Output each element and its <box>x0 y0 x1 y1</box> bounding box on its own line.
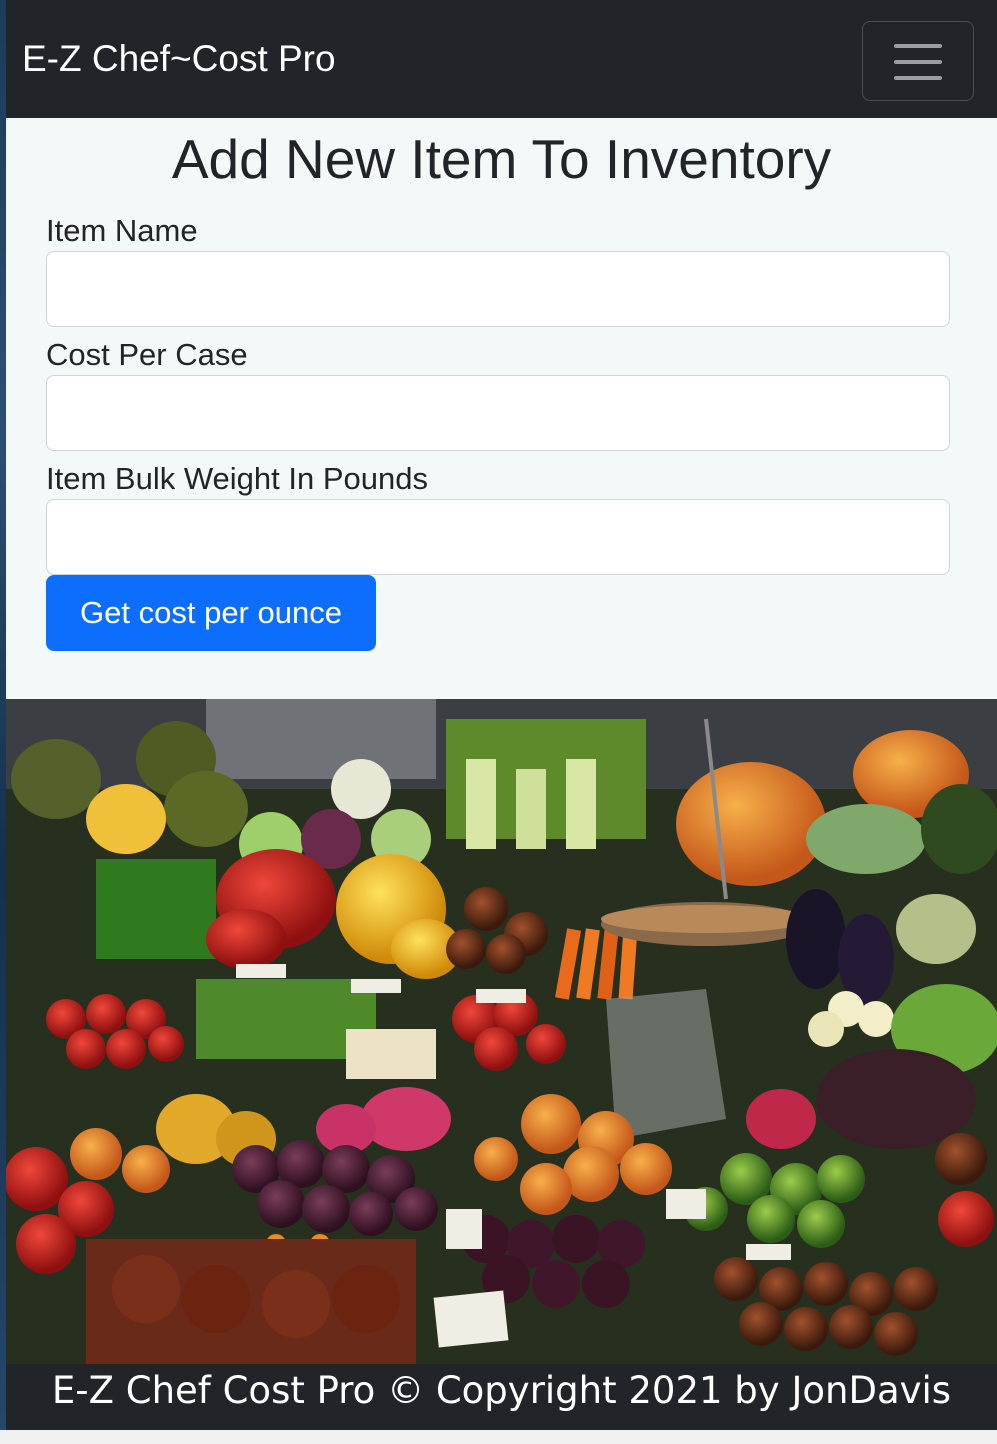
produce-market-image <box>6 699 997 1364</box>
bulk-weight-input[interactable] <box>46 499 950 575</box>
copyright-text: E-Z Chef Cost Pro © Copyright 2021 by Jo… <box>51 1369 952 1412</box>
navbar: E-Z Chef~Cost Pro <box>6 0 997 118</box>
item-name-input[interactable] <box>46 251 950 327</box>
cost-per-case-input[interactable] <box>46 375 950 451</box>
get-cost-per-ounce-button[interactable]: Get cost per ounce <box>46 575 376 651</box>
brand-link[interactable]: E-Z Chef~Cost Pro <box>22 40 336 77</box>
footer: E-Z Chef Cost Pro © Copyright 2021 by Jo… <box>6 1364 997 1430</box>
navbar-toggler-button[interactable] <box>862 21 974 101</box>
bulk-weight-label: Item Bulk Weight In Pounds <box>46 461 428 496</box>
page-title: Add New Item To Inventory <box>171 128 832 190</box>
add-item-form: Add New Item To Inventory Item Name Cost… <box>6 118 997 699</box>
window-bottom-edge <box>0 1430 997 1444</box>
cost-per-case-label: Cost Per Case <box>46 337 248 372</box>
item-name-label: Item Name <box>46 213 198 248</box>
